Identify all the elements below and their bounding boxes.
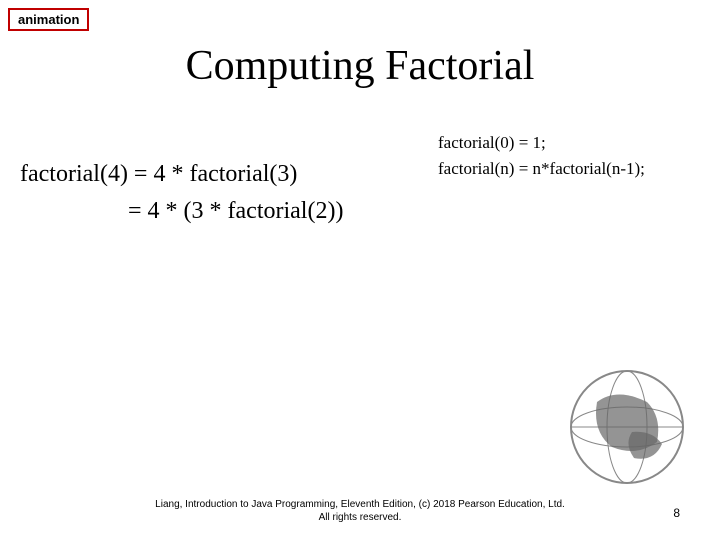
def-line-1: factorial(0) = 1; bbox=[438, 130, 645, 156]
slide: animation Computing Factorial factorial(… bbox=[0, 0, 720, 540]
globe-icon bbox=[562, 362, 692, 492]
slide-title: Computing Factorial bbox=[0, 42, 720, 90]
page-number: 8 bbox=[673, 506, 680, 520]
calculation-block: factorial(4) = 4 * factorial(3) = 4 * (3… bbox=[20, 156, 343, 230]
definition-block: factorial(0) = 1; factorial(n) = n*facto… bbox=[438, 130, 645, 181]
copyright-line-2: All rights reserved. bbox=[0, 511, 720, 524]
copyright-line-1: Liang, Introduction to Java Programming,… bbox=[0, 498, 720, 511]
animation-badge: animation bbox=[8, 8, 89, 31]
footer: Liang, Introduction to Java Programming,… bbox=[0, 498, 720, 524]
calc-line-1: factorial(4) = 4 * factorial(3) bbox=[20, 156, 343, 193]
calc-line-2: = 4 * (3 * factorial(2)) bbox=[20, 193, 343, 230]
def-line-2: factorial(n) = n*factorial(n-1); bbox=[438, 156, 645, 182]
